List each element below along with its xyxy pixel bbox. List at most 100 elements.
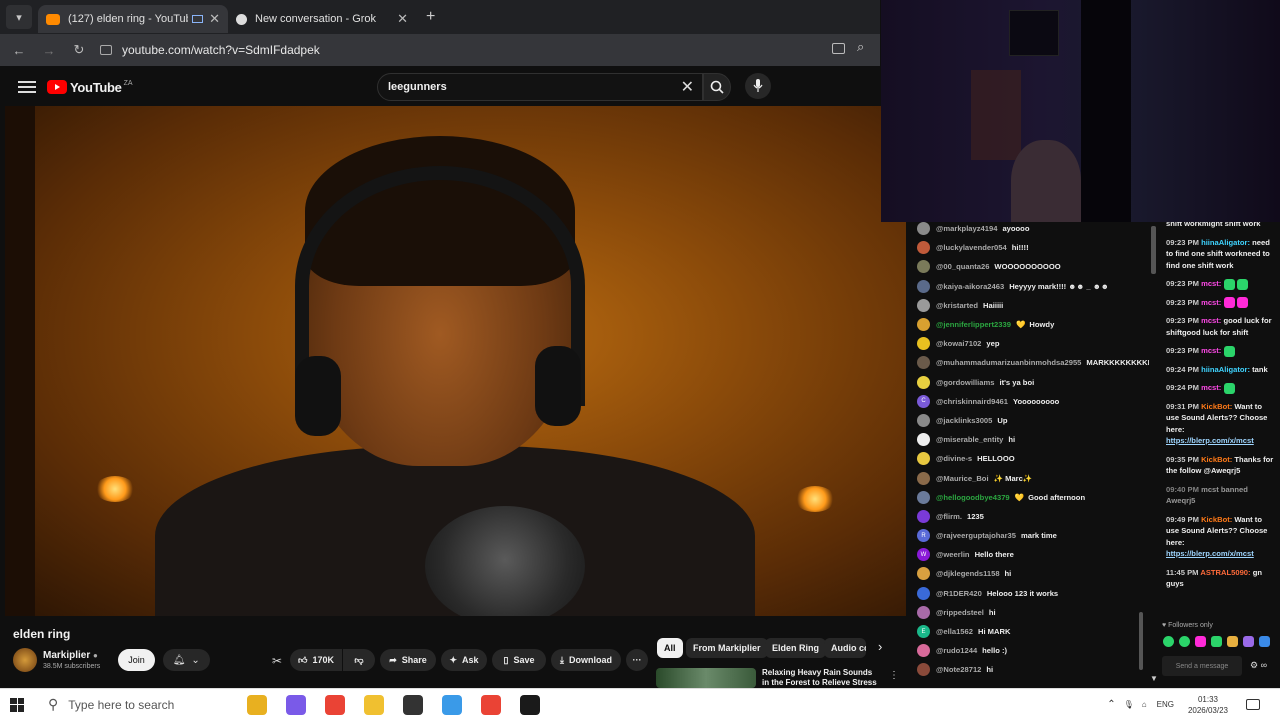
chat-avatar[interactable] <box>917 260 930 274</box>
site-info-icon[interactable] <box>100 45 112 55</box>
chat-username[interactable]: @ella1562 <box>936 627 973 636</box>
chat-username[interactable]: @gordowilliams <box>936 378 994 387</box>
notification-center-icon[interactable] <box>1246 699 1260 710</box>
kick-chat-username[interactable]: mcst: <box>1201 298 1221 307</box>
chat-avatar[interactable] <box>917 241 930 255</box>
taskbar-app-icon[interactable] <box>247 694 267 715</box>
chat-avatar[interactable] <box>917 490 930 504</box>
channel-avatar[interactable] <box>13 648 37 672</box>
voice-search-button[interactable] <box>745 73 771 99</box>
chat-avatar[interactable] <box>917 452 930 466</box>
chip-audio[interactable]: Audio co <box>824 638 866 658</box>
kick-chat-username[interactable]: mcst: <box>1201 346 1221 355</box>
taskbar-app-icon[interactable] <box>520 694 540 715</box>
browser-tab-grok[interactable]: New conversation - Grok ✕ <box>228 5 416 33</box>
related-video-item[interactable]: Relaxing Heavy Rain Sounds in the Forest… <box>656 668 896 688</box>
network-icon[interactable]: ⌂ <box>1142 700 1147 709</box>
taskbar-app-icon[interactable] <box>325 694 345 715</box>
taskbar-app-icon[interactable] <box>442 694 462 715</box>
chat-username[interactable]: @Maurice_Boi <box>936 474 989 483</box>
microphone-icon[interactable]: 🎙︎ <box>1124 700 1134 709</box>
chat-avatar[interactable]: W <box>917 548 930 562</box>
chat-avatar[interactable] <box>917 222 930 236</box>
new-tab-button[interactable]: + <box>426 8 435 26</box>
download-button[interactable]: ⤓ Download <box>551 649 621 671</box>
chat-avatar[interactable] <box>917 318 930 332</box>
more-actions-button[interactable]: ··· <box>626 649 648 671</box>
forward-arrow-icon[interactable]: → <box>38 43 60 58</box>
youtube-logo[interactable]: YouTube ZA <box>47 80 133 95</box>
clock[interactable]: 01:33 2026/03/23 <box>1188 694 1228 716</box>
chat-username[interactable]: @kowai7102 <box>936 339 981 348</box>
kick-chat-username[interactable]: mcst: <box>1201 383 1221 392</box>
chat-username[interactable]: @00_quanta26 <box>936 262 989 271</box>
share-button[interactable]: ➦ Share <box>380 649 436 671</box>
chat-avatar[interactable]: R <box>917 529 930 543</box>
chat-avatar[interactable] <box>917 356 930 370</box>
chat-avatar[interactable] <box>917 471 930 485</box>
chips-next-arrow-icon[interactable]: › <box>878 639 882 654</box>
taskbar-app-icon[interactable] <box>481 694 501 715</box>
kick-chat-username[interactable]: hiinaAligator: <box>1201 365 1250 374</box>
taskbar-app-icon[interactable] <box>403 694 423 715</box>
kick-chat-username[interactable]: mcst: <box>1201 316 1221 325</box>
emote-icon[interactable] <box>1243 636 1254 647</box>
kick-chat-username[interactable]: mcst: <box>1201 279 1221 288</box>
chip-all[interactable]: All <box>657 638 683 658</box>
ask-button[interactable]: ✦ Ask <box>441 649 487 671</box>
chat-avatar[interactable] <box>917 298 930 312</box>
chat-avatar[interactable]: E <box>917 625 930 639</box>
chip-elden-ring[interactable]: Elden Ring <box>765 638 826 658</box>
emote-icon[interactable] <box>1195 636 1206 647</box>
channel-name[interactable]: Markiplier <box>43 650 90 661</box>
chat-avatar[interactable] <box>917 337 930 351</box>
like-button[interactable]: 👍︎ 170K <box>290 649 342 671</box>
kick-chat-scrollbar[interactable] <box>1151 226 1156 274</box>
close-tab-icon[interactable]: ✕ <box>397 11 408 27</box>
chat-username[interactable]: @hellogoodbye4379 <box>936 493 1010 502</box>
taskbar-search[interactable]: ⚲ Type here to search <box>48 696 228 713</box>
chat-avatar[interactable] <box>917 413 930 427</box>
chat-username[interactable]: @muhammadumarizuanbinmohdsa2955 <box>936 358 1081 367</box>
chat-username[interactable]: @djklegends1158 <box>936 569 1000 578</box>
chat-username[interactable]: @rudo1244 <box>936 646 977 655</box>
kebab-menu-icon[interactable]: ⋮ <box>889 670 899 681</box>
chat-username[interactable]: @divine-s <box>936 454 972 463</box>
taskbar-app-icon[interactable] <box>286 694 306 715</box>
chat-username[interactable]: @flirm. <box>936 512 962 521</box>
clip-icon[interactable]: ✂ <box>272 654 282 668</box>
emote-icon[interactable] <box>1227 636 1238 647</box>
chat-scrollbar[interactable] <box>1139 612 1143 670</box>
emote-icon[interactable] <box>1259 636 1270 647</box>
kick-chat-username[interactable]: ASTRAL5090: <box>1200 568 1250 577</box>
language-indicator[interactable]: ENG <box>1157 700 1174 709</box>
chat-avatar[interactable] <box>917 433 930 447</box>
kick-chat-username[interactable]: hiinaAligator: <box>1201 238 1250 247</box>
emote-icon[interactable] <box>1211 636 1222 647</box>
kick-chat-username[interactable]: KickBot: <box>1201 402 1232 411</box>
tab-search-button[interactable]: ▾ <box>6 5 32 29</box>
chat-settings-icon[interactable]: ⚙ ∞ <box>1250 660 1267 671</box>
chat-username[interactable]: @R1DER420 <box>936 589 982 598</box>
emote-icon[interactable] <box>1179 636 1190 647</box>
browser-tab-youtube[interactable]: (127) elden ring - YouTube ✕ <box>38 5 228 33</box>
chat-avatar[interactable]: C <box>917 394 930 408</box>
chat-avatar[interactable] <box>917 375 930 389</box>
chip-from-markiplier[interactable]: From Markiplier <box>686 638 768 658</box>
dislike-button[interactable]: 👎︎ <box>343 649 375 671</box>
chat-avatar[interactable] <box>917 567 930 581</box>
windows-start-icon[interactable] <box>10 697 24 712</box>
notification-bell-button[interactable]: 🔔︎ ⌄ <box>162 649 210 671</box>
emote-icon[interactable] <box>1163 636 1174 647</box>
chevron-up-icon[interactable]: ⌃ <box>1107 699 1115 710</box>
chat-avatar[interactable] <box>917 663 930 677</box>
taskbar-app-icon[interactable] <box>364 694 384 715</box>
chat-username[interactable]: @luckylavender054 <box>936 243 1007 252</box>
kick-chat-link[interactable]: https://blerp.com/x/mcst <box>1166 436 1254 445</box>
chat-username[interactable]: @rajveerguptajohar35 <box>936 531 1016 540</box>
chat-avatar[interactable] <box>917 509 930 523</box>
kick-chat-link[interactable]: https://blerp.com/x/mcst <box>1166 549 1254 558</box>
chat-username[interactable]: @kaiya-aikora2463 <box>936 282 1004 291</box>
url-field[interactable]: youtube.com/watch?v=SdmIFdadpek <box>100 43 320 57</box>
chat-username[interactable]: @miserable_entity <box>936 435 1003 444</box>
